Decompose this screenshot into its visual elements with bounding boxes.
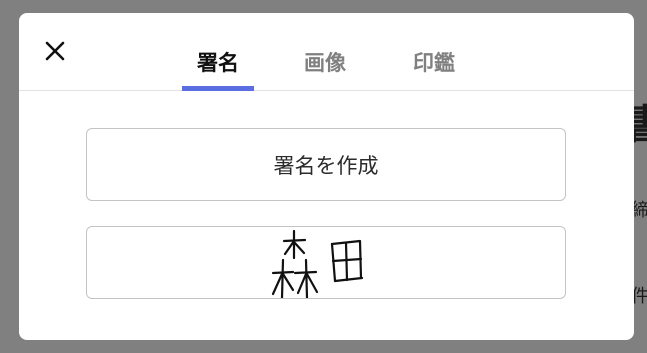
active-tab-indicator — [182, 86, 254, 91]
tab-seal-label: 印鑑 — [413, 51, 455, 75]
signature-modal: 署名 画像 印鑑 署名を作成 — [19, 13, 634, 340]
tab-bar: 署名 画像 印鑑 — [19, 13, 634, 91]
create-signature-button[interactable]: 署名を作成 — [86, 128, 566, 201]
close-button[interactable] — [41, 37, 69, 65]
create-signature-label: 署名を作成 — [273, 153, 379, 178]
handwritten-signature-icon — [271, 229, 364, 298]
saved-signature-card[interactable] — [86, 226, 566, 299]
tab-image[interactable]: 画像 — [290, 47, 360, 91]
tab-image-label: 画像 — [304, 51, 346, 75]
close-icon — [45, 41, 65, 61]
tab-seal[interactable]: 印鑑 — [399, 47, 469, 91]
tab-signature[interactable]: 署名 — [182, 47, 254, 91]
tab-signature-label: 署名 — [197, 51, 239, 75]
